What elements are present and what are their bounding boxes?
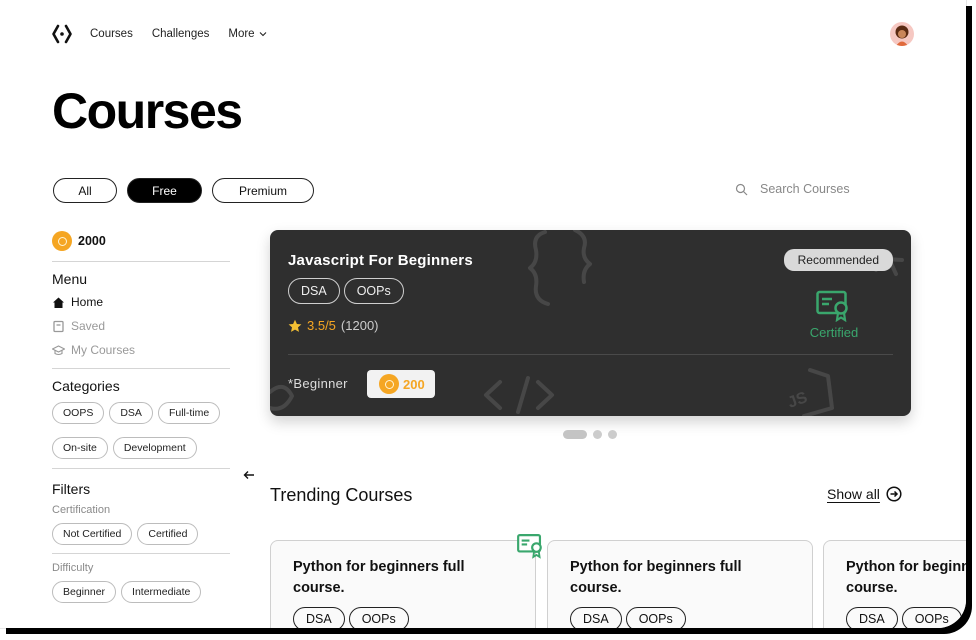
course-card-tags: DSA OOPs [846,607,962,628]
course-card[interactable]: Python for beginners full course. DSA OO… [547,540,813,628]
svg-text:JS: JS [786,389,811,412]
coin-balance: 2000 [52,230,230,252]
featured-course-tags: DSA OOPs [288,278,404,304]
tag-dsa[interactable]: DSA [288,278,340,304]
sidebar-item-my-courses[interactable]: My Courses [52,338,230,362]
chip-full-time[interactable]: Full-time [157,402,221,424]
tag-dsa[interactable]: DSA [570,607,622,628]
logo-icon[interactable] [52,23,72,45]
nav-courses[interactable]: Courses [90,28,133,40]
sidebar-item-saved[interactable]: Saved [52,314,230,338]
course-card-title: Python for beginners full course. [846,559,966,596]
chevron-down-icon [259,32,266,37]
certificate-icon [816,290,848,323]
course-level: *Beginner [288,376,348,391]
divider [52,261,230,262]
nav-challenges[interactable]: Challenges [152,28,210,40]
difficulty-chips: Beginner Intermediate [52,581,230,603]
tag-oops[interactable]: OOPs [625,607,686,628]
search-input[interactable] [760,182,880,196]
search-icon [735,183,748,195]
chip-development[interactable]: Development [112,437,197,459]
course-card[interactable]: Python for beginners full course. DSA OO… [823,540,966,628]
divider [288,354,893,355]
sidebar: 2000 Menu Home Saved My Courses Categori… [52,230,230,603]
chip-intermediate[interactable]: Intermediate [121,581,202,603]
carousel-dot[interactable] [593,430,602,439]
chip-oops[interactable]: OOPS [52,402,105,424]
course-price[interactable]: 200 [367,370,435,398]
price-value: 200 [403,376,425,392]
tag-oops[interactable]: OOPs [348,607,409,628]
rating-count: (1200) [340,318,379,333]
sidebar-item-label: My Courses [71,343,136,357]
balance-value: 2000 [78,234,106,248]
categories-title: Categories [52,378,120,394]
featured-course-card[interactable]: JS Javascript For Beginners DSA OOPs 3.5… [270,230,911,416]
filter-all[interactable]: All [53,178,117,203]
show-all-label: Show all [827,486,880,502]
filters-title: Filters [52,481,91,497]
graduation-cap-icon [52,344,65,355]
tag-dsa[interactable]: DSA [293,607,345,628]
certification-chips: Not Certified Certified [52,523,230,545]
arrow-circle-right-icon [886,486,902,502]
collapse-sidebar-arrow-icon[interactable] [243,468,255,484]
sidebar-item-label: Saved [71,319,106,333]
course-card-title: Python for beginners full course. [570,559,742,596]
certification-title: Certification [52,504,111,516]
course-card-title: Python for beginners full course. [293,559,465,596]
course-card[interactable]: Python for beginners full course. DSA OO… [270,534,542,628]
search-bar [735,182,880,196]
divider [52,368,230,369]
rating-score: 3.5/5 [307,318,336,333]
chip-certified[interactable]: Certified [137,523,199,545]
course-rating: 3.5/5 (1200) [288,318,379,333]
top-nav: Courses Challenges More [52,22,914,46]
tag-oops[interactable]: OOPs [343,278,404,304]
course-card-tags: DSA OOPs [293,607,409,628]
app-window: Courses Challenges More Courses All Free… [0,0,966,628]
tag-dsa[interactable]: DSA [846,607,898,628]
recommended-badge: Recommended [783,249,893,271]
show-all-link[interactable]: Show all [827,486,902,502]
course-card-tags: DSA OOPs [570,607,686,628]
star-icon [288,319,302,332]
certified-label: Certified [809,325,859,340]
chip-dsa[interactable]: DSA [109,402,153,424]
chip-on-site[interactable]: On-site [52,437,108,459]
difficulty-title: Difficulty [52,562,94,574]
trending-title: Trending Courses [270,485,413,505]
coin-icon [379,374,399,394]
nav-more[interactable]: More [228,28,266,40]
category-chips: OOPS DSA Full-time On-site Development [52,402,230,459]
carousel-dot[interactable] [563,430,587,439]
filter-free[interactable]: Free [127,178,202,203]
chip-beginner[interactable]: Beginner [52,581,117,603]
avatar[interactable] [890,22,914,46]
chip-not-certified[interactable]: Not Certified [52,523,133,545]
bookmark-icon [53,320,64,332]
filter-premium[interactable]: Premium [212,178,314,203]
sidebar-item-home[interactable]: Home [52,290,230,314]
certificate-icon [517,534,542,559]
certified-badge: Certified [802,290,866,340]
carousel-dots [563,430,617,439]
nav-more-label: More [228,28,255,40]
menu-title: Menu [52,271,88,287]
home-icon [53,297,64,308]
carousel-dot[interactable] [608,430,617,439]
coin-icon [52,231,72,251]
divider [52,553,230,554]
tag-oops[interactable]: OOPs [901,607,962,628]
divider [52,468,230,469]
page-title: Courses [52,83,243,139]
featured-course-title: Javascript For Beginners [288,252,473,269]
sidebar-item-label: Home [71,295,104,309]
